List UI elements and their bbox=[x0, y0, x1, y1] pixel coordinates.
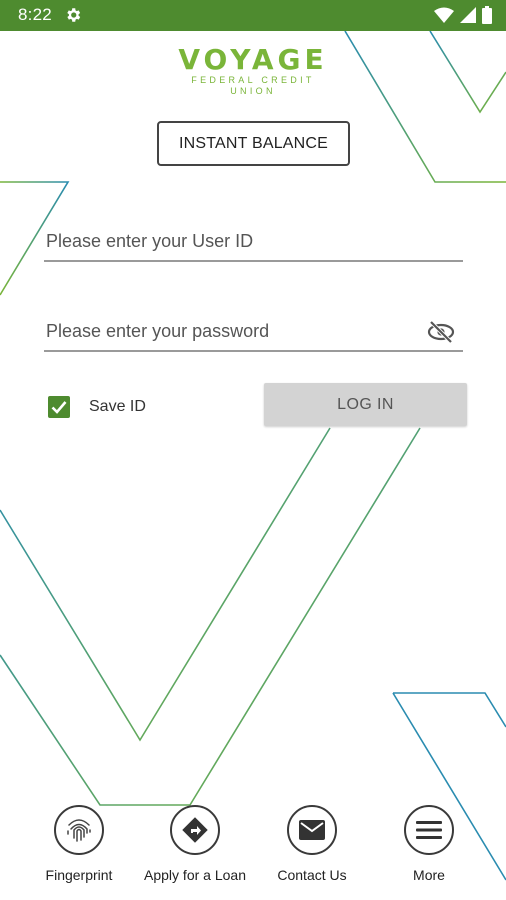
fingerprint-button[interactable] bbox=[54, 805, 104, 855]
save-id-label: Save ID bbox=[89, 398, 146, 415]
nav-item-apply-loan[interactable]: Apply for a Loan bbox=[135, 805, 255, 883]
contact-us-button[interactable] bbox=[287, 805, 337, 855]
password-input[interactable] bbox=[44, 312, 463, 350]
login-button[interactable]: LOG IN bbox=[264, 383, 467, 426]
save-id-row[interactable]: Save ID bbox=[48, 395, 146, 419]
nav-label-contact-us: Contact Us bbox=[277, 867, 347, 883]
instant-balance-button[interactable]: INSTANT BALANCE bbox=[157, 121, 350, 166]
bottom-nav: Fingerprint Apply for a Loan Contact Us bbox=[0, 805, 506, 890]
nav-item-fingerprint[interactable]: Fingerprint bbox=[19, 805, 139, 883]
wifi-icon bbox=[434, 7, 454, 23]
menu-icon bbox=[416, 821, 442, 839]
gear-icon bbox=[67, 8, 81, 22]
nav-item-more[interactable]: More bbox=[369, 805, 489, 883]
password-field bbox=[44, 312, 463, 352]
directions-icon bbox=[182, 817, 208, 843]
user-id-field bbox=[44, 222, 463, 262]
status-bar: 8:22 bbox=[0, 0, 506, 31]
battery-icon bbox=[482, 6, 492, 24]
nav-label-apply-loan: Apply for a Loan bbox=[144, 867, 246, 883]
nav-label-fingerprint: Fingerprint bbox=[45, 867, 113, 883]
voyage-logo: VOYAGE FEDERAL CREDIT UNION bbox=[168, 43, 338, 97]
eye-off-icon[interactable] bbox=[427, 319, 455, 345]
status-time: 8:22 bbox=[18, 5, 52, 24]
save-id-checkbox[interactable] bbox=[48, 396, 70, 418]
signal-icon bbox=[460, 7, 476, 23]
more-button[interactable] bbox=[404, 805, 454, 855]
envelope-icon bbox=[299, 820, 325, 840]
fingerprint-icon bbox=[67, 819, 91, 842]
nav-item-contact-us[interactable]: Contact Us bbox=[252, 805, 372, 883]
checkmark-icon bbox=[51, 401, 67, 414]
nav-label-more: More bbox=[413, 867, 445, 883]
logo-tagline: FEDERAL CREDIT UNION bbox=[191, 75, 315, 96]
user-id-input[interactable] bbox=[44, 222, 463, 260]
status-icons bbox=[434, 6, 492, 24]
logo-name: VOYAGE bbox=[178, 43, 328, 76]
apply-loan-button[interactable] bbox=[170, 805, 220, 855]
